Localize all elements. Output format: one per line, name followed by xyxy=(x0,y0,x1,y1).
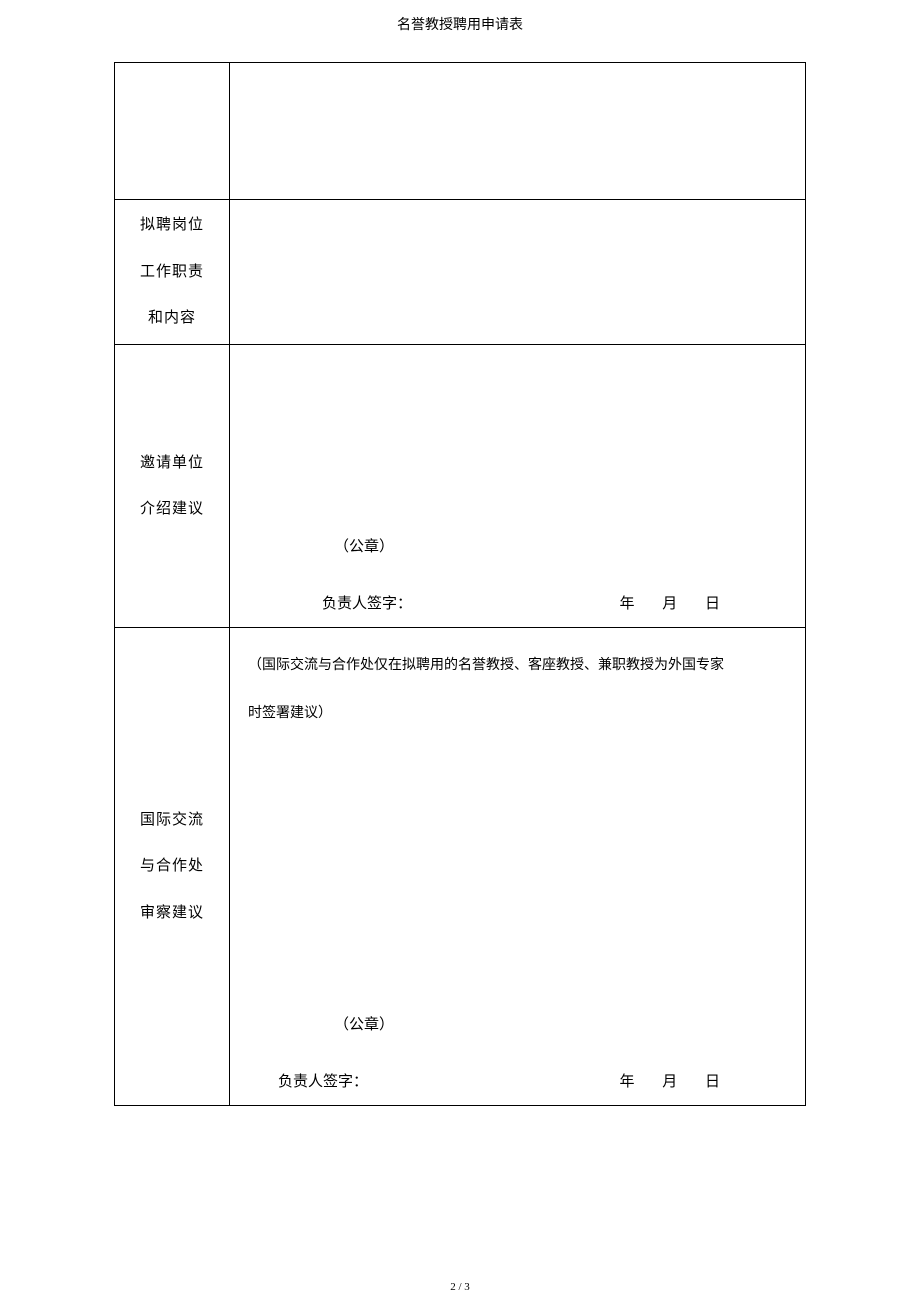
row1-content-cell xyxy=(230,63,806,200)
row4-note: （国际交流与合作处仅在拟聘用的名誉教授、客座教授、兼职教授为外国专家 时签署建议… xyxy=(248,642,787,737)
row4-note-line2: 时签署建议） xyxy=(248,690,787,738)
application-form-table: 拟聘岗位 工作职责 和内容 邀请单位 介绍建议 （公章） 负责人签字： 年 月 … xyxy=(114,62,806,1106)
row4-signature-label: 负责人签字： xyxy=(278,1070,368,1091)
row2-label-cell: 拟聘岗位 工作职责 和内容 xyxy=(115,200,230,345)
row3-year-unit: 年 xyxy=(620,592,635,613)
row2-label-line1: 拟聘岗位 xyxy=(115,202,229,249)
row3-month-unit: 月 xyxy=(662,592,677,613)
page-number: 2 / 3 xyxy=(0,1281,920,1293)
row4-day-unit: 日 xyxy=(705,1070,720,1091)
row4-seal-text: （公章） xyxy=(248,1013,787,1034)
row2-content-cell xyxy=(230,200,806,345)
row3-label-line1: 邀请单位 xyxy=(115,440,229,487)
row4-signature-line: 负责人签字： 年 月 日 xyxy=(248,1070,787,1091)
row2-label-line3: 和内容 xyxy=(115,295,229,342)
row4-signature-block: （公章） 负责人签字： 年 月 日 xyxy=(248,1013,787,1091)
row4-label-cell: 国际交流 与合作处 审察建议 xyxy=(115,628,230,1106)
row4-content-cell: （国际交流与合作处仅在拟聘用的名誉教授、客座教授、兼职教授为外国专家 时签署建议… xyxy=(230,628,806,1106)
row4-month-unit: 月 xyxy=(662,1070,677,1091)
row3-day-unit: 日 xyxy=(705,592,720,613)
row3-signature-label: 负责人签字： xyxy=(322,592,412,613)
row4-label-line3: 审察建议 xyxy=(115,890,229,937)
row4-note-line1: （国际交流与合作处仅在拟聘用的名誉教授、客座教授、兼职教授为外国专家 xyxy=(248,642,787,690)
row3-seal-text: （公章） xyxy=(248,535,787,556)
row1-label-cell xyxy=(115,63,230,200)
row2-label-line2: 工作职责 xyxy=(115,249,229,296)
row4-year-unit: 年 xyxy=(620,1070,635,1091)
row3-label-line2: 介绍建议 xyxy=(115,486,229,533)
page-title: 名誉教授聘用申请表 xyxy=(0,0,920,62)
row3-label-cell: 邀请单位 介绍建议 xyxy=(115,345,230,628)
row4-label-line2: 与合作处 xyxy=(115,843,229,890)
row3-content-cell: （公章） 负责人签字： 年 月 日 xyxy=(230,345,806,628)
row4-label-line1: 国际交流 xyxy=(115,797,229,844)
row3-signature-block: （公章） 负责人签字： 年 月 日 xyxy=(248,535,787,613)
row3-signature-line: 负责人签字： 年 月 日 xyxy=(248,592,787,613)
